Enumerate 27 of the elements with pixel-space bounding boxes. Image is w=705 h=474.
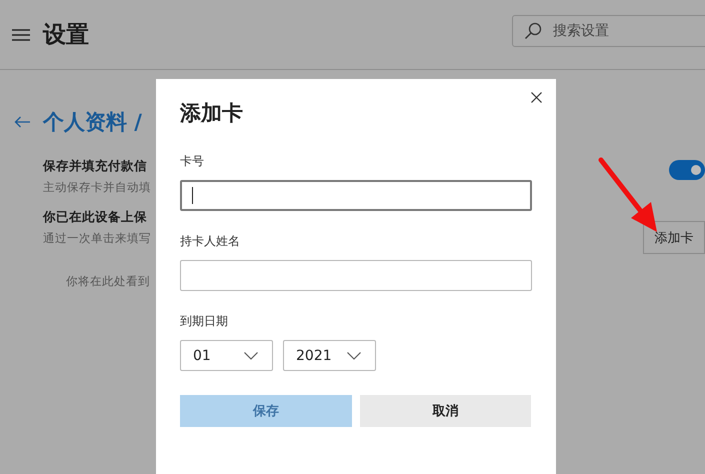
- toggle-switch[interactable]: [669, 160, 705, 180]
- dropdown[interactable]: 2021: [283, 340, 376, 371]
- close-icon[interactable]: [531, 92, 542, 103]
- setting-description: 主动保存卡并自动填: [43, 180, 151, 195]
- field-label: 卡号: [180, 153, 205, 170]
- dropdown-value: 01: [193, 348, 211, 364]
- breadcrumb: 个人资料 /: [43, 109, 142, 136]
- field-label: 到期日期: [180, 313, 229, 330]
- dropdown[interactable]: 01: [180, 340, 273, 371]
- search-icon: [524, 22, 542, 40]
- add-card-button[interactable]: 添加卡: [643, 221, 705, 254]
- setting-title: 保存并填充付款信: [43, 158, 148, 175]
- setting-title: 你已在此设备上保: [43, 209, 148, 226]
- menu-icon[interactable]: [12, 28, 30, 40]
- input-field[interactable]: [180, 180, 532, 211]
- field-label: 持卡人姓名: [180, 233, 241, 250]
- setting-description: 通过一次单击来填写: [43, 231, 151, 246]
- back-icon[interactable]: [14, 116, 30, 128]
- dialog-title: 添加卡: [180, 100, 244, 127]
- search-field[interactable]: 搜索设置: [512, 15, 705, 47]
- input-field[interactable]: [180, 260, 532, 291]
- chevron-icon: [244, 352, 258, 360]
- chevron-icon: [347, 352, 361, 360]
- empty-message: 你将在此处看到: [66, 274, 151, 289]
- page-title: 设置: [43, 21, 89, 50]
- cancel-button[interactable]: 取消: [360, 395, 531, 427]
- dropdown-value: 2021: [296, 348, 332, 364]
